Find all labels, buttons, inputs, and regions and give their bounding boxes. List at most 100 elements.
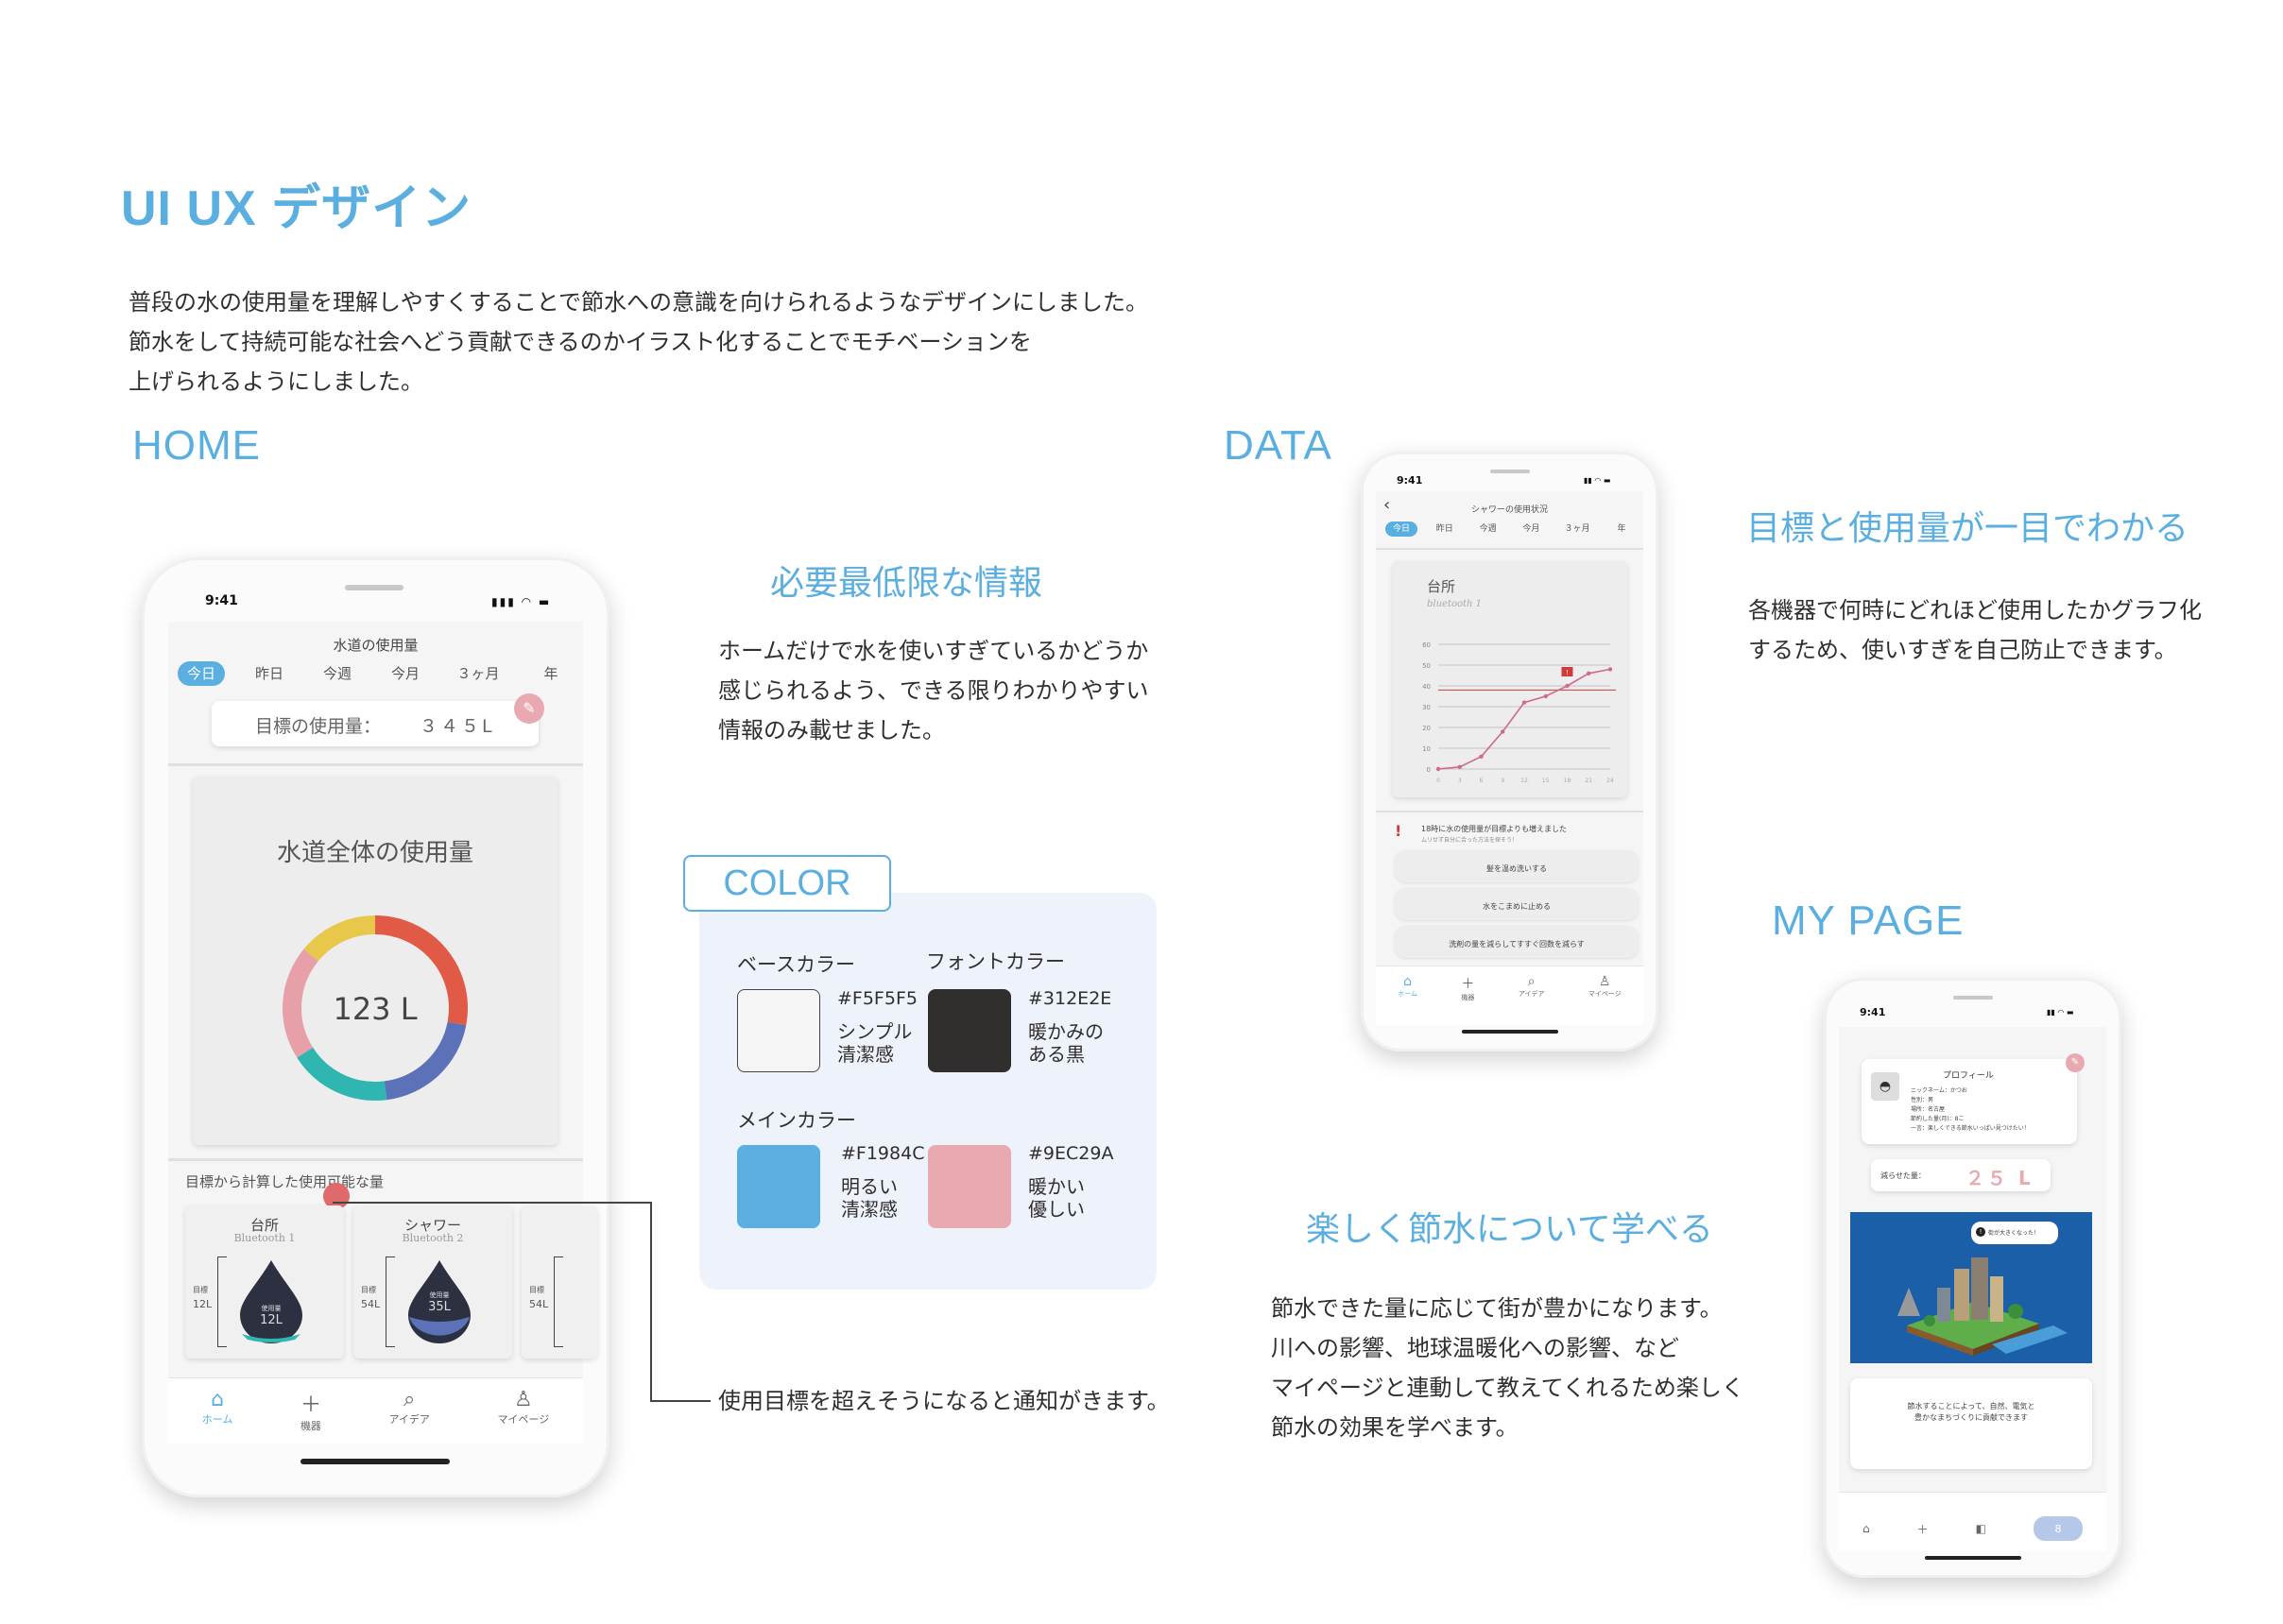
nav-ideas[interactable]: ⌕ アイデア	[388, 1388, 429, 1427]
nav-ideas[interactable]: ⌕ アイデア	[1519, 974, 1545, 999]
home-icon: ⌂	[1862, 1522, 1870, 1535]
tab-year[interactable]: 年	[527, 661, 575, 686]
nav-home[interactable]: ⌂	[1862, 1522, 1870, 1535]
nav-mypage[interactable]: 8	[2033, 1516, 2083, 1541]
device-card-shower[interactable]: シャワー Bluetooth 2 目標 54L 使用量 35L	[353, 1205, 512, 1359]
tip-item-2[interactable]: 水をこまめに止める	[1395, 888, 1639, 920]
x-tick-label-5: 15	[1542, 778, 1550, 784]
profile-line-4: 節約した量(月)：8こ	[1911, 1116, 1965, 1122]
mypage-desc-line-1: 節水できた量に応じて街が豊かになります。	[1271, 1295, 1723, 1322]
nav-mypage[interactable]: ♙ マイページ	[1588, 974, 1622, 999]
home-desc-line-1: ホームだけで水を使いすぎているかどうか	[718, 638, 1149, 664]
profile-line-3: 場所：名古屋	[1911, 1106, 1946, 1113]
nav-devices[interactable]: ＋ 機器	[1461, 974, 1474, 1002]
swatch-main	[737, 1145, 820, 1228]
nav-devices[interactable]: ＋	[1917, 1521, 1929, 1537]
nav-devices[interactable]: ＋ 機器	[300, 1388, 321, 1433]
device-goal: 54L	[361, 1298, 381, 1310]
donut-segment-2	[297, 1047, 387, 1101]
section-mypage: MY PAGE	[1772, 897, 1965, 944]
nav-label: ホーム	[201, 1413, 233, 1426]
y-tick-label-1: 10	[1422, 745, 1431, 753]
donut-segment-4	[303, 915, 376, 962]
tab-3months[interactable]: ３ヶ月	[1558, 521, 1596, 537]
device-sub: Bluetooth 1	[233, 1232, 296, 1244]
info-card: 節水することによって、自然、電気と 豊かなまちづくりに貢献できます	[1850, 1378, 2092, 1469]
y-tick-label-6: 60	[1422, 641, 1431, 649]
bubble-text: 街が大きくなった！	[1988, 1230, 2040, 1237]
avatar: ◓	[1871, 1072, 1899, 1101]
nav-book[interactable]: ◧	[1976, 1522, 1986, 1535]
alert-marker-label: !	[1566, 669, 1569, 676]
y-tick-label-5: 50	[1422, 662, 1431, 670]
goal-mini-label: 目標	[529, 1286, 544, 1294]
data-point-2	[1479, 754, 1484, 759]
edit-profile-button[interactable]: ✎	[2066, 1053, 2085, 1072]
tab-yesterday[interactable]: 昨日	[246, 661, 293, 686]
used-value: 35L	[428, 1300, 451, 1314]
tab-year[interactable]: 年	[1607, 521, 1636, 537]
page-title: UI UX デザイン	[121, 181, 472, 236]
tab-week[interactable]: 今週	[1472, 521, 1504, 537]
x-tick-label-6: 18	[1564, 778, 1571, 784]
tab-today[interactable]: 今日	[1385, 521, 1417, 537]
tab-week[interactable]: 今週	[314, 661, 361, 686]
tip-label: 髪を温め洗いする	[1486, 864, 1547, 873]
nav-label: ホーム	[1398, 990, 1417, 998]
reduced-card: 減らせた量： ２５ L	[1871, 1159, 2051, 1191]
speaker	[345, 585, 403, 590]
tab-yesterday[interactable]: 昨日	[1429, 521, 1461, 537]
section-divider	[1376, 811, 1643, 812]
home-indicator	[1925, 1556, 2021, 1560]
tip-item-1[interactable]: 髪を温め洗いする	[1395, 850, 1639, 882]
tab-month[interactable]: 今月	[1515, 521, 1547, 537]
possible-usage-title: 目標から計算した使用可能な量	[185, 1173, 385, 1190]
data-point-1	[1457, 764, 1462, 769]
profile-line-5: 一言：楽しくできる節水いっぱい見つけたい！	[1911, 1125, 2030, 1132]
used-value: 12L	[260, 1313, 283, 1327]
info-line-2: 豊かなまちづくりに貢献できます	[1914, 1413, 2028, 1422]
font-desc-2: ある黒	[1028, 1043, 1085, 1066]
data-period-tabs: 今日 昨日 今週 今月 ３ヶ月 年	[1385, 521, 1636, 537]
home-header-title: 水道の使用量	[333, 637, 419, 654]
intro-line-2: 節水をして持続可能な社会へどう貢献できるのかイラスト化することでモチベーションを	[129, 329, 1032, 355]
bottom-nav: ⌂ ホーム ＋ 機器 ⌕ アイデア ♙ マイページ	[1376, 966, 1643, 1025]
device-card-kitchen[interactable]: 台所 Bluetooth 1 目標 12L 使用量 12L	[185, 1205, 344, 1359]
goal-box[interactable]: 目標の使用量： ３４５L	[212, 701, 539, 746]
goal-mini-label: 目標	[193, 1286, 208, 1294]
home-desc-line-3: 情報のみ載せました。	[718, 717, 945, 744]
data-point-5	[1543, 693, 1548, 699]
tab-today[interactable]: 今日	[178, 661, 225, 686]
mypage-desc-line-3: マイページと連動して教えてくれるため楽しく	[1271, 1375, 1744, 1401]
edit-goal-button[interactable]: ✎	[514, 693, 544, 724]
info-line-1: 節水することによって、自然、電気と	[1907, 1402, 2035, 1410]
home-phone: 9:41 ▮▮▮ ◠ ▬ 水道の使用量 今日 昨日 今週 今月 ３ヶ月 年 目標…	[142, 557, 609, 1497]
color-tag: COLOR	[683, 855, 891, 912]
status-time: 9:41	[1860, 1006, 1886, 1018]
data-point-3	[1501, 729, 1505, 734]
tip-item-3[interactable]: 洗剤の量を減らしてすすぐ回数を減らす	[1395, 926, 1639, 958]
data-screen: ‹ シャワーの使用状況 今日 昨日 今週 今月 ３ヶ月 年 台所 bluetoo…	[1376, 491, 1643, 1025]
tab-month[interactable]: 今月	[382, 661, 429, 686]
home-indicator	[300, 1459, 450, 1464]
bottom-nav: ⌂ ＋ ◧ 8	[1839, 1492, 2106, 1551]
x-tick-label-7: 21	[1585, 778, 1592, 784]
speaker	[1953, 996, 1993, 1000]
section-data: DATA	[1224, 422, 1332, 469]
color-tag-label: COLOR	[723, 863, 851, 903]
tab-3months[interactable]: ３ヶ月	[450, 661, 506, 686]
tip-label: 水をこまめに止める	[1483, 902, 1551, 911]
nav-mypage[interactable]: ♙ マイページ	[497, 1388, 549, 1427]
mypage-desc-line-2: 川への影響、地球温暖化への影響、など	[1271, 1335, 1679, 1361]
home-screen: 水道の使用量 今日 昨日 今週 今月 ３ヶ月 年 目標の使用量： ３４５L ✎ …	[168, 622, 597, 1444]
nav-home[interactable]: ⌂ ホーム	[1398, 974, 1417, 999]
swatch-accent	[928, 1145, 1011, 1228]
device-card-partial[interactable]: 目標 54L	[522, 1205, 597, 1359]
nav-home[interactable]: ⌂ ホーム	[202, 1388, 233, 1427]
data-phone: 9:41 ▮▮ ◠ ▬ ‹ シャワーの使用状況 今日 昨日 今週 今月 ３ヶ月 …	[1361, 452, 1658, 1051]
y-tick-label-0: 0	[1427, 766, 1431, 774]
plus-icon: ＋	[1461, 977, 1475, 992]
nav-label: マイページ	[497, 1413, 550, 1426]
alert-subtext: ムリせず自分に合った方法を探そう！	[1421, 837, 1519, 844]
goal-mini-label: 目標	[361, 1286, 376, 1294]
